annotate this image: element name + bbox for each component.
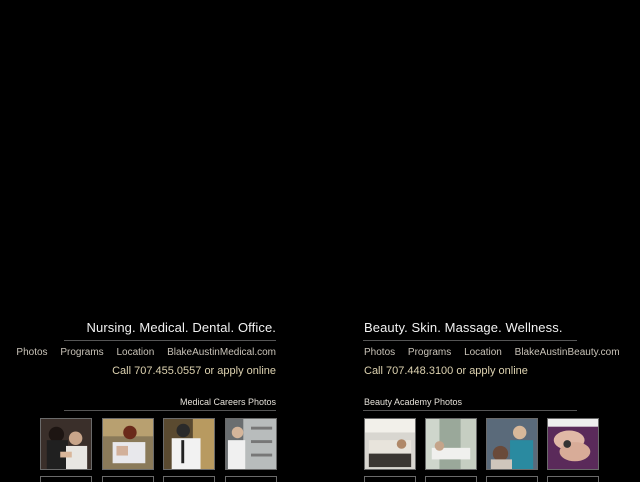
beauty-nav-location[interactable]: Location xyxy=(464,347,502,358)
medical-photo-3[interactable] xyxy=(163,418,215,470)
beauty-gallery-title[interactable]: Beauty Academy Photos xyxy=(364,397,462,407)
beauty-nav: Photos Programs Location BlakeAustinBeau… xyxy=(364,347,630,358)
beauty-photo-row2[interactable] xyxy=(486,476,538,482)
beauty-photo-2[interactable] xyxy=(425,418,477,470)
medical-photo-row2[interactable] xyxy=(163,476,215,482)
medical-call-link[interactable]: Call 707.455.0557 or apply online xyxy=(112,365,276,377)
medical-nav-location[interactable]: Location xyxy=(116,347,154,358)
beauty-photo-row2[interactable] xyxy=(425,476,477,482)
beauty-photo-1[interactable] xyxy=(364,418,416,470)
beauty-photo-3[interactable] xyxy=(486,418,538,470)
divider xyxy=(64,340,276,341)
beauty-thumbnails xyxy=(363,418,603,482)
medical-photo-row2[interactable] xyxy=(225,476,277,482)
medical-photo-1[interactable] xyxy=(40,418,92,470)
medical-nav-photos[interactable]: Photos xyxy=(16,347,47,358)
medical-photo-2[interactable] xyxy=(102,418,154,470)
beauty-photo-4[interactable] xyxy=(547,418,599,470)
beauty-tagline: Beauty. Skin. Massage. Wellness. xyxy=(364,320,563,335)
medical-thumbnails xyxy=(38,418,278,482)
medical-tagline: Nursing. Medical. Dental. Office. xyxy=(86,320,276,335)
divider xyxy=(64,410,276,411)
medical-gallery-title[interactable]: Medical Careers Photos xyxy=(180,397,276,407)
medical-panel: Nursing. Medical. Dental. Office. Photos… xyxy=(16,0,278,482)
medical-photo-row2[interactable] xyxy=(102,476,154,482)
divider xyxy=(363,340,577,341)
beauty-panel: Beauty. Skin. Massage. Wellness. Photos … xyxy=(363,0,620,482)
beauty-photo-row2[interactable] xyxy=(547,476,599,482)
beauty-nav-programs[interactable]: Programs xyxy=(408,347,451,358)
divider xyxy=(363,410,577,411)
beauty-call-link[interactable]: Call 707.448.3100 or apply online xyxy=(364,365,528,377)
medical-nav-programs[interactable]: Programs xyxy=(60,347,103,358)
medical-nav: Photos Programs Location BlakeAustinMedi… xyxy=(10,347,276,358)
beauty-nav-photos[interactable]: Photos xyxy=(364,347,395,358)
medical-photo-4[interactable] xyxy=(225,418,277,470)
beauty-nav-website[interactable]: BlakeAustinBeauty.com xyxy=(515,347,620,358)
beauty-photo-row2[interactable] xyxy=(364,476,416,482)
medical-nav-website[interactable]: BlakeAustinMedical.com xyxy=(167,347,276,358)
medical-photo-row2[interactable] xyxy=(40,476,92,482)
